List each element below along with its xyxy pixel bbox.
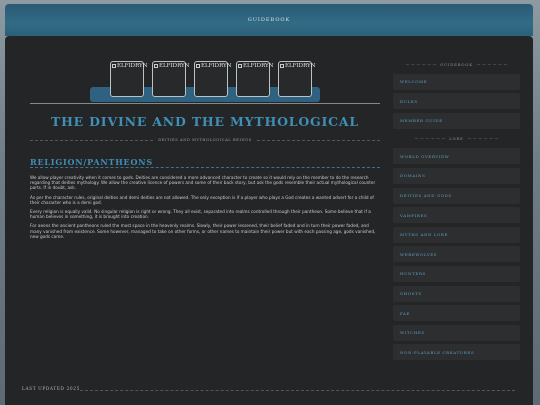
- sidebar-item-deities[interactable]: DEITIES AND GODS: [393, 187, 520, 204]
- paragraph: As per the character rules, original dei…: [30, 194, 374, 205]
- image-alt-text: ELFIDRYN: [159, 63, 190, 69]
- sidebar-item-hunters[interactable]: HUNTERS: [393, 265, 520, 282]
- sidebar-item-werewolves[interactable]: WEREWOLVES: [393, 246, 520, 263]
- gallery-image[interactable]: ELFIDRYN: [194, 61, 231, 97]
- broken-image-alt: ELFIDRYN: [154, 63, 189, 69]
- sidebar-heading-guidebook: GUIDEBOOK: [393, 58, 520, 70]
- sidebar-item-welcome[interactable]: WELCOME: [393, 73, 520, 90]
- divider: [415, 138, 446, 140]
- sidebar-item-myths[interactable]: MYTHS AND LORE: [393, 226, 520, 243]
- gallery-image[interactable]: ELFIDRYN: [278, 61, 315, 97]
- page-subtitle: DEITIES AND MYTHOLOGICAL BEINGS: [158, 138, 252, 142]
- image-alt-text: ELFIDRYN: [117, 63, 148, 69]
- gallery-image[interactable]: ELFIDRYN: [152, 61, 189, 97]
- top-banner-title: GUIDEBOOK: [247, 17, 291, 23]
- broken-image-icon: [280, 63, 284, 68]
- gallery-image[interactable]: ELFIDRYN: [236, 61, 273, 97]
- sidebar-heading-lore: LORE: [393, 133, 520, 145]
- broken-image-alt: ELFIDRYN: [238, 63, 273, 69]
- divider: [30, 139, 154, 141]
- sidebar: GUIDEBOOK WELCOME RULES MEMBER GUIDE LOR…: [393, 58, 520, 361]
- paragraph: Every religion is equally valid. No sing…: [30, 209, 371, 220]
- sidebar-item-vampires[interactable]: VAMPIRES: [393, 207, 520, 224]
- page-title: THE DIVINE AND THE MYTHOLOGICAL: [50, 114, 360, 129]
- paragraph: For aeons the ancient pantheons ruled th…: [30, 223, 376, 239]
- image-gallery: ELFIDRYN ELFIDRYN ELFIDRYN ELFIDRYN ELFI…: [110, 61, 315, 97]
- section-heading: RELIGION/PANTHEONS: [30, 157, 153, 167]
- sidebar-item-non-playable[interactable]: NON-PLAYABLE CREATURES: [393, 344, 520, 361]
- sidebar-heading-label: GUIDEBOOK: [440, 61, 473, 67]
- broken-image-icon: [238, 63, 242, 68]
- title-divider: [30, 103, 380, 104]
- broken-image-alt: ELFIDRYN: [196, 63, 231, 69]
- sidebar-item-ghosts[interactable]: GHOSTS: [393, 285, 520, 302]
- broken-image-icon: [112, 63, 116, 68]
- image-alt-text: ELFIDRYN: [201, 63, 232, 69]
- footer-text: LAST UPDATED 2025: [22, 387, 80, 392]
- paragraph: We allow player creativity when it comes…: [30, 175, 376, 191]
- footer-divider: [80, 390, 515, 391]
- broken-image-icon: [196, 63, 200, 68]
- top-banner: GUIDEBOOK: [5, 4, 533, 36]
- sidebar-item-world-overview[interactable]: WORLD OVERVIEW: [393, 148, 520, 165]
- divider: [406, 63, 437, 65]
- section-divider: [30, 167, 380, 168]
- gallery-image[interactable]: ELFIDRYN: [110, 61, 147, 97]
- sidebar-item-fae[interactable]: FAE: [393, 305, 520, 322]
- broken-image-alt: ELFIDRYN: [112, 63, 147, 69]
- divider: [476, 63, 507, 65]
- sidebar-item-member-guide[interactable]: MEMBER GUIDE: [393, 112, 520, 129]
- section-body: We allow player creativity when it comes…: [30, 175, 380, 243]
- subtitle-row: DEITIES AND MYTHOLOGICAL BEINGS: [30, 136, 380, 144]
- sidebar-item-witches[interactable]: WITCHES: [393, 324, 520, 341]
- broken-image-icon: [154, 63, 158, 68]
- sidebar-item-domains[interactable]: DOMAINS: [393, 167, 520, 184]
- image-alt-text: ELFIDRYN: [243, 63, 274, 69]
- sidebar-heading-label: LORE: [449, 136, 464, 142]
- divider: [467, 138, 498, 140]
- divider: [256, 139, 380, 141]
- sidebar-item-rules[interactable]: RULES: [393, 93, 520, 110]
- broken-image-alt: ELFIDRYN: [280, 63, 315, 69]
- image-alt-text: ELFIDRYN: [285, 63, 316, 69]
